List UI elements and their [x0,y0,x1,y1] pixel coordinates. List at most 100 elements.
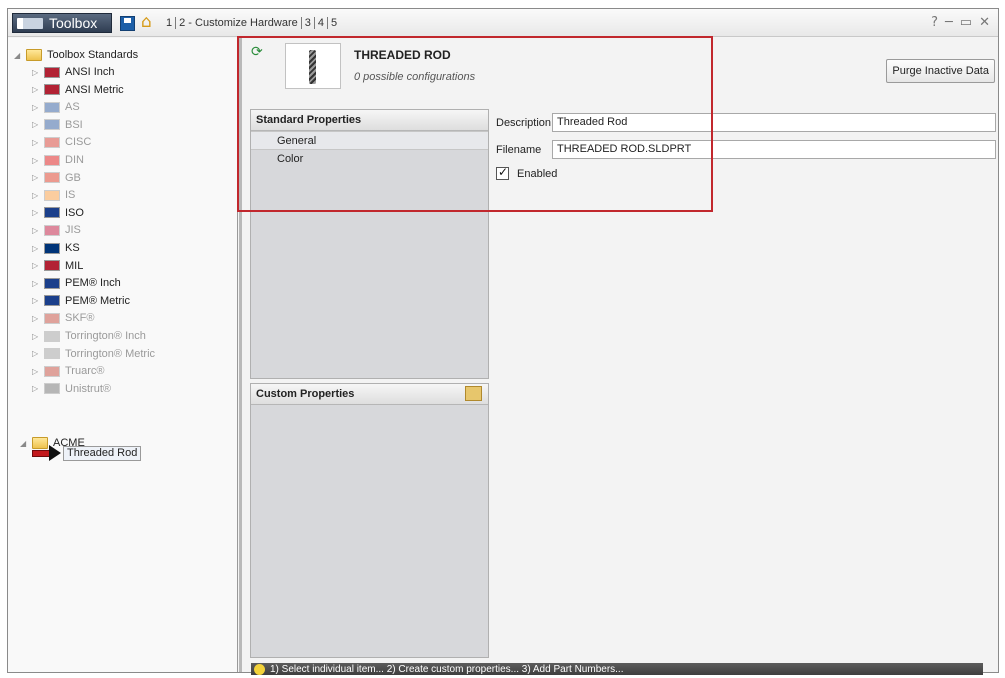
tree-item-label: BSI [65,118,83,131]
tree-item-label: IS [65,189,76,202]
expand-icon[interactable]: ▷ [32,138,44,147]
tree-item[interactable]: ▷ Unistrut® [32,381,111,397]
tree-item[interactable]: ▷ KS [32,240,80,256]
expand-icon[interactable]: ▷ [32,261,44,270]
expand-icon[interactable]: ▷ [32,226,44,235]
close-icon[interactable]: ✕ [979,15,990,30]
expand-icon[interactable]: ▷ [32,332,44,341]
tree-item[interactable]: ▷ PEM® Metric [32,293,130,309]
tree-item-label: ANSI Inch [65,66,115,78]
tree-item[interactable]: ▷ IS [32,187,75,203]
help-icon[interactable]: ? [931,15,938,30]
restore-icon[interactable]: ▭ [960,15,972,30]
toolbox-logo: Toolbox [12,13,112,33]
step-3-link[interactable]: 3 [300,17,314,29]
expand-icon[interactable]: ▷ [32,244,44,253]
tree-item[interactable]: ▷ DIN [32,152,84,168]
expand-icon[interactable]: ▷ [32,85,44,94]
window-title: Toolbox [49,15,98,31]
tree-item-label: CISC [65,136,92,149]
home-icon[interactable]: ⌂ [141,13,152,31]
standards-tree: ◢ Toolbox Standards ▷ ANSI Inch ▷ ANSI Metr… [8,38,238,672]
tree-item[interactable]: ▷ ISO [32,205,84,221]
tree-item-label: ANSI Metric [65,83,124,96]
save-icon[interactable] [120,16,135,31]
expand-icon[interactable]: ▷ [32,103,44,112]
flag-icon [44,330,60,342]
flag-icon [44,295,60,307]
folder-icon [26,49,42,61]
expand-icon[interactable]: ▷ [32,367,44,376]
tree-item-label: JIS [65,224,81,237]
part-thumbnail [285,43,341,89]
description-row: Description Threaded Rod [496,113,996,132]
main-panel: ⟳ THREADED ROD 0 possible configurations… [242,38,998,675]
expand-icon[interactable]: ▷ [32,279,44,288]
enabled-checkbox[interactable] [496,165,509,180]
flag-icon [44,207,60,219]
enabled-label: Enabled [517,167,558,180]
tree-item-label: Torrington® Inch [65,330,146,342]
expand-icon[interactable]: ▷ [32,173,44,182]
tree-item-label: AS [65,101,80,114]
refresh-icon[interactable]: ⟳ [251,44,263,60]
tree-item[interactable]: ▷ Torrington® Metric [32,346,155,362]
flag-icon [44,119,60,131]
tree-item[interactable]: ▷ GB [32,170,81,186]
flag-icon [44,260,60,272]
flag-icon [44,66,60,78]
step-1-link[interactable]: 1 [163,17,175,29]
tree-item[interactable]: ▷ CISC [32,134,91,150]
tree-item[interactable]: ▷ Torrington® Inch [32,328,146,344]
collapse-icon[interactable]: ◢ [14,51,26,60]
standard-properties-panel: Standard Properties General Color [250,109,489,379]
flag-icon [44,224,60,236]
tree-item-label: ISO [65,206,84,219]
tree-item-label: Truarc® [65,365,105,378]
tree-item[interactable]: ▷ ANSI Metric [32,82,124,98]
toolbox-window: Toolbox ⌂ 1 2 - Customize Hardware 3 4 5… [7,8,999,675]
collapse-icon[interactable]: ◢ [20,439,32,448]
tree-item[interactable]: ▷ JIS [32,222,81,238]
expand-icon[interactable]: ▷ [32,314,44,323]
part-header: ⟳ THREADED ROD 0 possible configurations… [242,38,998,100]
tree-item-label: KS [65,242,80,254]
tree-item[interactable]: ▷ BSI [32,117,83,133]
minimize-icon[interactable]: ─ [945,15,953,30]
enabled-row: Enabled [496,165,558,180]
tree-item[interactable]: ▷ AS [32,99,80,115]
flag-icon [44,84,60,96]
property-item-general[interactable]: General [251,131,488,150]
tree-root-label: Toolbox Standards [47,49,139,61]
toolbox-icon [17,17,43,29]
expand-icon[interactable]: ▷ [32,208,44,217]
tree-item[interactable]: ▷ ANSI Inch [32,64,115,80]
tree-item[interactable]: ▷ Truarc® [32,363,104,379]
flag-icon [44,312,60,324]
expand-icon[interactable]: ▷ [32,349,44,358]
description-input[interactable]: Threaded Rod [552,113,996,132]
add-custom-property-icon[interactable] [465,386,482,401]
lightbulb-icon [254,663,265,675]
expand-icon[interactable]: ▷ [32,68,44,77]
tree-item[interactable]: ▷ MIL [32,258,83,274]
filename-input[interactable]: THREADED ROD.SLDPRT [552,140,996,159]
tree-root[interactable]: ◢ Toolbox Standards [14,48,138,62]
expand-icon[interactable]: ▷ [32,296,44,305]
step-2-link[interactable]: 2 - Customize Hardware [175,17,301,29]
expand-icon[interactable]: ▷ [32,191,44,200]
tree-item-threaded-rod[interactable]: Threaded Rod [63,446,142,461]
part-title: THREADED ROD [354,48,451,62]
tree-item[interactable]: ▷ PEM® Inch [32,275,121,291]
property-item-color[interactable]: Color [251,150,488,169]
expand-icon[interactable]: ▷ [32,156,44,165]
tree-item[interactable]: ▷ SKF® [32,310,95,326]
flag-icon [44,277,60,289]
purge-inactive-data-button[interactable]: Purge Inactive Data [886,59,995,83]
expand-icon[interactable]: ▷ [32,120,44,129]
step-4-link[interactable]: 4 [313,17,327,29]
expand-icon[interactable]: ▷ [32,384,44,393]
flag-icon [44,154,60,166]
flag-icon [44,101,60,113]
step-5-link[interactable]: 5 [326,17,340,29]
